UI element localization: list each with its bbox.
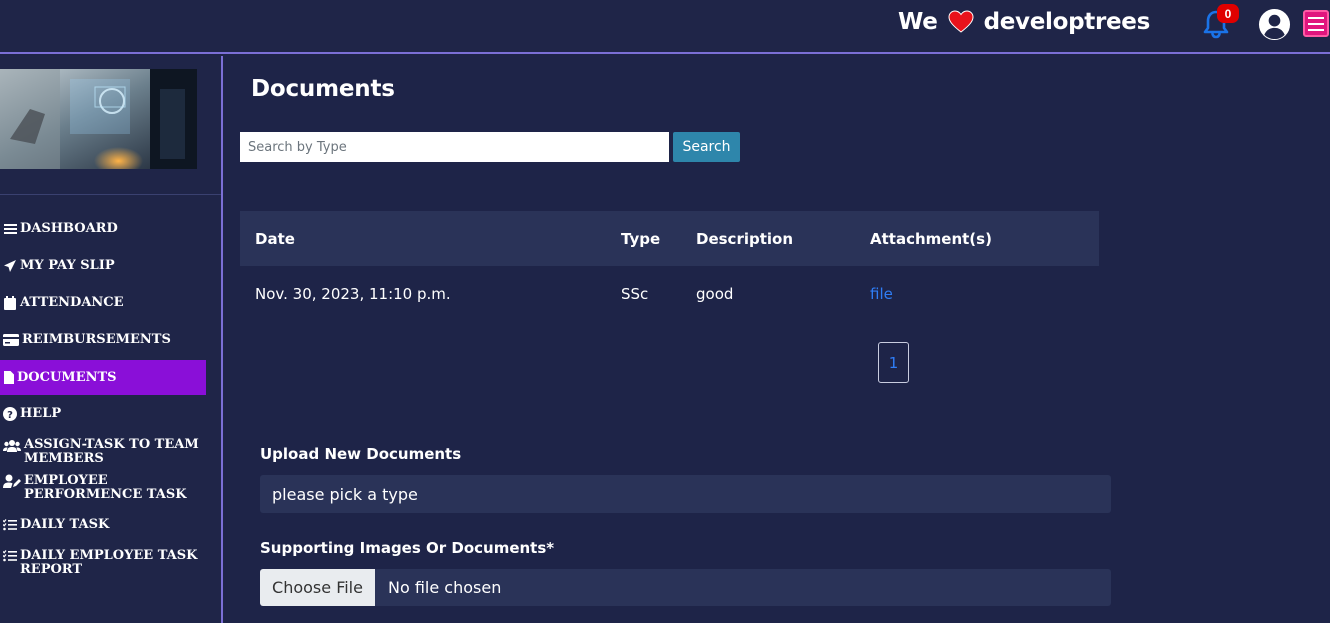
- sidebar-item-documents[interactable]: DOCUMENTS: [0, 360, 206, 395]
- sidebar-item-label: HELP: [20, 406, 62, 421]
- users-icon: [3, 438, 21, 452]
- table-row: Nov. 30, 2023, 11:10 p.m. SSc good file: [240, 266, 1099, 321]
- hamburger-icon: [1308, 16, 1324, 19]
- file-status-text: No file chosen: [388, 578, 502, 597]
- sidebar-item-reimbursements[interactable]: REIMBURSEMENTS: [0, 333, 206, 347]
- cell-description: good: [696, 284, 734, 303]
- sidebar-item-employee-performance-task[interactable]: EMPLOYEE PERFORMENCE TASK: [0, 474, 206, 502]
- search-button[interactable]: Search: [673, 132, 740, 162]
- tasks-icon: [3, 518, 17, 532]
- sidebar-item-label: DOCUMENTS: [17, 369, 117, 385]
- sidebar-item-label: DAILY TASK: [20, 517, 110, 532]
- file-upload-field: Choose File No file chosen: [260, 569, 1111, 606]
- svg-text:?: ?: [7, 410, 13, 421]
- notification-count-badge: 0: [1217, 4, 1239, 23]
- top-navbar: We developtrees 0: [0, 0, 1330, 54]
- column-header-attachments: Attachment(s): [870, 229, 992, 248]
- sidebar-item-label: ATTENDANCE: [20, 295, 124, 310]
- page-title: Documents: [251, 76, 395, 102]
- paper-plane-icon: [3, 259, 17, 273]
- search-input[interactable]: [240, 132, 669, 162]
- attachment-file-link[interactable]: file: [870, 285, 893, 303]
- sidebar: DASHBOARD MY PAY SLIP ATTENDANCE REIMBUR…: [0, 56, 223, 623]
- hamburger-line: [1308, 22, 1324, 25]
- column-header-description: Description: [696, 229, 794, 248]
- brand-tagline: We developtrees: [898, 6, 1150, 38]
- calendar-icon: [3, 296, 17, 310]
- column-header-date: Date: [255, 229, 295, 248]
- sidebar-item-help[interactable]: ? HELP: [0, 407, 206, 421]
- supporting-documents-label: Supporting Images Or Documents*: [260, 539, 555, 557]
- sidebar-item-label: DASHBOARD: [20, 221, 118, 236]
- hamburger-line: [1308, 28, 1324, 31]
- brand-prefix: We: [898, 9, 938, 35]
- user-circle-icon[interactable]: [1257, 8, 1292, 41]
- hamburger-menu-button[interactable]: [1303, 10, 1329, 37]
- upload-section-label: Upload New Documents: [260, 445, 462, 463]
- brand-name: developtrees: [983, 9, 1151, 35]
- sidebar-item-dashboard[interactable]: DASHBOARD: [0, 222, 206, 236]
- user-edit-icon: [3, 474, 21, 488]
- sidebar-item-label: EMPLOYEE PERFORMENCE TASK: [24, 473, 187, 502]
- sidebar-item-attendance[interactable]: ATTENDANCE: [0, 296, 206, 310]
- pagination-page-button[interactable]: 1: [878, 342, 909, 383]
- file-icon: [3, 371, 14, 385]
- sidebar-banner-image: [0, 69, 197, 169]
- column-header-type: Type: [621, 229, 661, 248]
- sidebar-item-daily-task[interactable]: DAILY TASK: [0, 518, 206, 532]
- sidebar-item-label: DAILY EMPLOYEE TASK REPORT: [20, 548, 198, 577]
- tasks-icon: [3, 549, 17, 563]
- question-circle-icon: ?: [3, 407, 17, 421]
- cell-date: Nov. 30, 2023, 11:10 p.m.: [255, 284, 451, 303]
- documents-table: Date Type Description Attachment(s) Nov.…: [240, 211, 1099, 321]
- sidebar-divider: [0, 194, 221, 195]
- credit-card-icon: [3, 333, 19, 347]
- main-content: Documents Search Date Type Description A…: [225, 60, 1330, 623]
- cell-type: SSc: [621, 284, 649, 303]
- bars-icon: [3, 222, 17, 236]
- table-header-row: Date Type Description Attachment(s): [240, 211, 1099, 266]
- sidebar-item-daily-employee-task-report[interactable]: DAILY EMPLOYEE TASK REPORT: [0, 549, 206, 577]
- sidebar-item-label: REIMBURSEMENTS: [22, 332, 171, 347]
- document-type-select[interactable]: please pick a type: [260, 475, 1111, 513]
- sidebar-item-label: MY PAY SLIP: [20, 258, 115, 273]
- choose-file-button[interactable]: Choose File: [260, 569, 375, 606]
- heart-icon: [948, 10, 974, 33]
- sidebar-item-assign-task[interactable]: ASSIGN-TASK TO TEAM MEMBERS: [0, 438, 206, 466]
- sidebar-item-my-pay-slip[interactable]: MY PAY SLIP: [0, 259, 206, 273]
- sidebar-item-label: ASSIGN-TASK TO TEAM MEMBERS: [24, 437, 199, 466]
